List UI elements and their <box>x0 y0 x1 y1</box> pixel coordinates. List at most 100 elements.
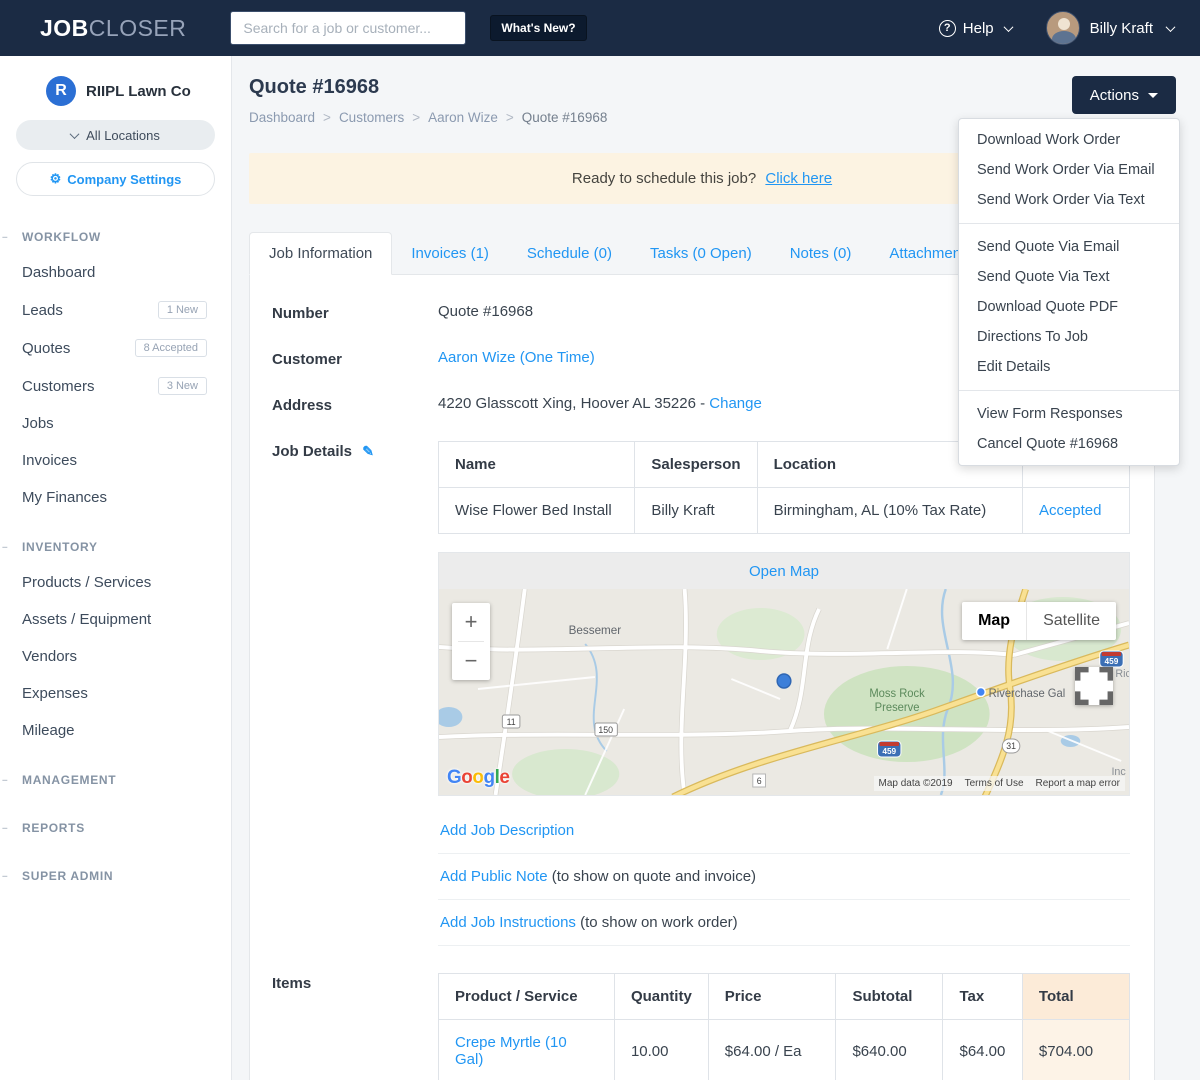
breadcrumb-customer-name[interactable]: Aaron Wize <box>428 110 498 125</box>
zoom-out-button[interactable]: − <box>452 642 490 680</box>
help-menu[interactable]: ? Help <box>938 19 1014 37</box>
map-view-button[interactable]: Map <box>962 602 1027 640</box>
edit-pencil-icon[interactable]: ✎ <box>362 443 374 459</box>
logo-light: CLOSER <box>88 14 187 41</box>
sidebar-item-quotes[interactable]: Quotes 8 Accepted <box>0 329 231 367</box>
menu-item-edit-details[interactable]: Edit Details <box>959 352 1179 382</box>
sidebar-item-invoices[interactable]: Invoices <box>0 442 231 479</box>
search-input[interactable] <box>230 11 467 45</box>
job-col-salesperson: Salesperson <box>634 441 758 488</box>
sidebar-item-my-finances[interactable]: My Finances <box>0 479 231 516</box>
main-content: Quote #16968 Dashboard > Customers > Aar… <box>232 56 1200 1080</box>
locations-label: All Locations <box>86 127 160 143</box>
sidebar-item-assets-equipment[interactable]: Assets / Equipment <box>0 601 231 638</box>
menu-item-cancel-quote[interactable]: Cancel Quote #16968 <box>959 429 1179 459</box>
alert-click-here-link[interactable]: Click here <box>765 170 832 187</box>
map-label-bessemer: Bessemer <box>569 623 622 637</box>
add-job-instructions-link[interactable]: Add Job Instructions <box>440 914 576 931</box>
address-change-link[interactable]: Change <box>709 395 762 412</box>
report-map-error-link[interactable]: Report a map error <box>1036 778 1120 789</box>
add-job-description-link[interactable]: Add Job Description <box>440 822 574 839</box>
section-super-admin[interactable]: SUPER ADMIN <box>0 859 231 893</box>
terms-of-use-link[interactable]: Terms of Use <box>965 778 1024 789</box>
menu-item-download-work-order[interactable]: Download Work Order <box>959 125 1179 155</box>
map-canvas[interactable]: 11 150 459 459 31 6 Bessemer Moss Rock P… <box>439 589 1129 795</box>
section-reports[interactable]: REPORTS <box>0 811 231 845</box>
breadcrumb-customers[interactable]: Customers <box>339 110 404 125</box>
items-table: Product / Service Quantity Price Subtota… <box>438 973 1131 1080</box>
item-product-link[interactable]: Crepe Myrtle (10 Gal) <box>455 1034 567 1068</box>
menu-item-download-quote-pdf[interactable]: Download Quote PDF <box>959 292 1179 322</box>
sidebar-item-leads[interactable]: Leads 1 New <box>0 291 231 329</box>
items-label: Items <box>272 975 312 992</box>
breadcrumb-dashboard[interactable]: Dashboard <box>249 110 315 125</box>
nav-label: Quotes <box>22 339 71 357</box>
company-header: R RIIPL Lawn Co <box>0 56 231 120</box>
tab-schedule[interactable]: Schedule (0) <box>508 233 631 274</box>
sidebar-item-expenses[interactable]: Expenses <box>0 675 231 712</box>
menu-item-send-quote-email[interactable]: Send Quote Via Email <box>959 232 1179 262</box>
chevron-down-icon <box>1165 21 1176 32</box>
sidebar: R RIIPL Lawn Co All Locations ⚙ Company … <box>0 56 232 1080</box>
breadcrumb-separator: > <box>505 110 514 125</box>
sidebar-item-dashboard[interactable]: Dashboard <box>0 254 231 291</box>
actions-button[interactable]: Actions <box>1071 76 1176 114</box>
add-public-note-link[interactable]: Add Public Note <box>440 868 548 885</box>
zoom-in-button[interactable]: + <box>452 603 490 641</box>
customer-link[interactable]: Aaron Wize (One Time) <box>438 349 595 366</box>
user-menu[interactable]: Billy Kraft <box>1045 11 1176 45</box>
customer-label: Customer <box>272 351 343 368</box>
app-logo[interactable]: JOBCLOSER <box>40 15 186 42</box>
sidebar-item-vendors[interactable]: Vendors <box>0 638 231 675</box>
company-settings-button[interactable]: ⚙ Company Settings <box>16 162 215 196</box>
google-logo[interactable]: Google <box>447 767 510 789</box>
menu-item-send-work-order-email[interactable]: Send Work Order Via Email <box>959 155 1179 185</box>
help-icon: ? <box>938 19 956 37</box>
satellite-view-button[interactable]: Satellite <box>1026 602 1116 640</box>
item-price-cell: $64.00 / Ea <box>707 1019 837 1080</box>
nav-label: Vendors <box>22 648 78 665</box>
menu-item-directions-to-job[interactable]: Directions To Job <box>959 322 1179 352</box>
alert-text: Ready to schedule this job? <box>571 170 757 187</box>
map-label-riverchase: Riverchase Gal <box>989 688 1066 700</box>
job-location-marker[interactable] <box>776 673 792 689</box>
svg-text:31: 31 <box>1006 741 1016 751</box>
caret-down-icon <box>1148 92 1158 98</box>
chevron-down-icon <box>69 128 80 139</box>
tab-tasks[interactable]: Tasks (0 Open) <box>631 233 771 274</box>
tab-job-information[interactable]: Job Information <box>249 232 393 275</box>
map-type-control: Map Satellite <box>962 602 1116 640</box>
sidebar-item-mileage[interactable]: Mileage <box>0 712 231 749</box>
sidebar-item-jobs[interactable]: Jobs <box>0 405 231 442</box>
user-avatar <box>1045 11 1080 45</box>
items-col-price: Price <box>707 973 837 1020</box>
section-management[interactable]: MANAGEMENT <box>0 763 231 797</box>
tab-notes[interactable]: Notes (0) <box>771 233 871 274</box>
whats-new-button[interactable]: What's New? <box>490 15 587 41</box>
breadcrumb-current: Quote #16968 <box>521 110 608 125</box>
all-locations-dropdown[interactable]: All Locations <box>16 120 215 150</box>
route-shield-31: 31 <box>1001 738 1021 754</box>
menu-item-view-form-responses[interactable]: View Form Responses <box>959 399 1179 429</box>
top-navbar: JOBCLOSER What's New? ? Help Billy Kraft <box>0 0 1200 56</box>
actions-dropdown-menu: Download Work Order Send Work Order Via … <box>958 118 1180 466</box>
sidebar-item-customers[interactable]: Customers 3 New <box>0 367 231 405</box>
add-links-list: Add Job Description Add Public Note (to … <box>438 808 1130 946</box>
fullscreen-button[interactable] <box>1075 667 1113 705</box>
interstate-shield-459-left: 459 <box>877 740 902 758</box>
tab-invoices[interactable]: Invoices (1) <box>392 233 508 274</box>
fullscreen-icon <box>1075 667 1113 705</box>
open-map-link[interactable]: Open Map <box>749 563 819 580</box>
job-status-link[interactable]: Accepted <box>1039 502 1102 519</box>
sidebar-item-products-services[interactable]: Products / Services <box>0 564 231 601</box>
menu-divider <box>959 223 1179 224</box>
chevron-down-icon <box>1003 21 1014 32</box>
global-search <box>230 11 467 45</box>
svg-text:459: 459 <box>882 746 896 756</box>
menu-item-send-work-order-text[interactable]: Send Work Order Via Text <box>959 185 1179 215</box>
map-label-preserve-1: Moss Rock <box>869 688 925 700</box>
nav-label: Jobs <box>22 415 54 432</box>
nav-label: Dashboard <box>22 264 96 281</box>
job-salesperson-cell: Billy Kraft <box>634 487 758 534</box>
menu-item-send-quote-text[interactable]: Send Quote Via Text <box>959 262 1179 292</box>
